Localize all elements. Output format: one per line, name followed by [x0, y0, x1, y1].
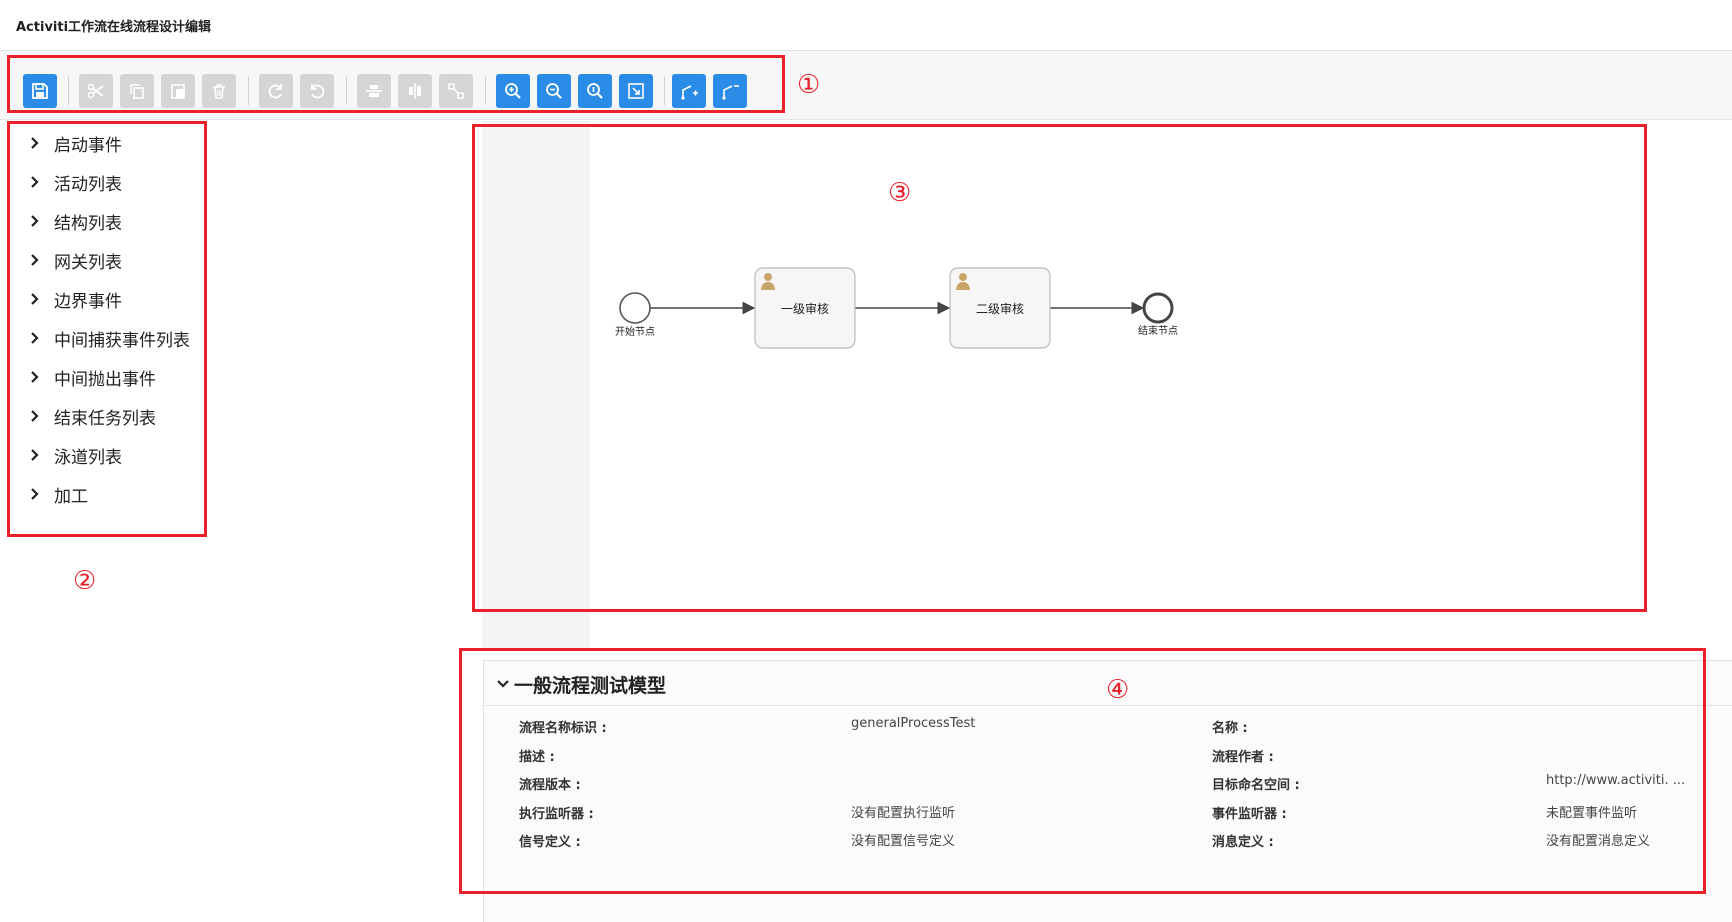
annotation-number: ③	[888, 178, 912, 208]
annotation-box-properties	[459, 648, 1706, 894]
title-bar: Activiti工作流在线流程设计编辑	[0, 0, 1732, 51]
annotation-number: ①	[797, 70, 821, 100]
app-title: Activiti工作流在线流程设计编辑	[16, 20, 212, 35]
annotation-box-toolbar	[7, 55, 785, 113]
annotation-number: ④	[1106, 675, 1130, 705]
annotation-box-canvas	[472, 124, 1647, 612]
annotation-box-palette	[7, 121, 207, 537]
annotation-number: ②	[73, 566, 97, 596]
